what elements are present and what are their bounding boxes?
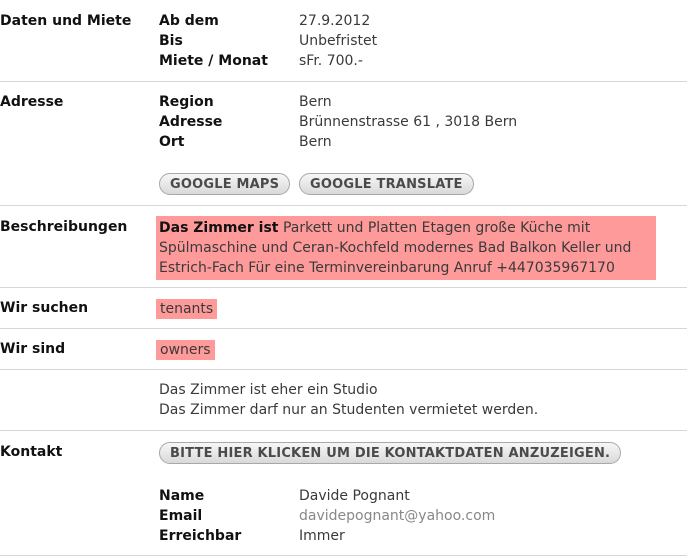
value-bis: Unbefristet [299,33,378,49]
value-region: Bern [299,94,332,110]
label-email: Email [159,508,203,524]
section-title: Wir sind [0,341,66,357]
value-miete: sFr. 700.- [299,53,363,69]
section-wir-sind: Wir sind owners [0,329,687,370]
value-ort: Bern [299,134,332,150]
label-miete: Miete / Monat [159,53,268,69]
google-translate-button[interactable]: GOOGLE TRANSLATE [299,173,474,195]
section-title: Kontakt [0,444,63,460]
value-ab-dem: 27.9.2012 [299,13,371,29]
description-text: Das Zimmer ist Parkett und Platten Etage… [156,216,656,280]
value-name: Davide Pognant [299,488,410,504]
google-maps-button[interactable]: GOOGLE MAPS [159,173,291,195]
section-title: Beschreibungen [0,219,128,235]
section-title: Wir suchen [0,300,89,316]
note-studio: Das Zimmer ist eher ein Studio [159,382,378,398]
email-link[interactable]: davidepognant@yahoo.com [299,506,495,526]
listing-details: Daten und Miete Ab dem 27.9.2012 Bis Unb… [0,0,687,556]
section-kontakt: Kontakt BITTE HIER KLICKEN UM DIE KONTAK… [0,431,687,556]
section-title: Adresse [0,94,64,110]
label-adresse: Adresse [159,114,223,130]
wir-suchen-value: tenants [156,299,218,319]
note-studenten: Das Zimmer darf nur an Studenten vermiet… [159,402,539,418]
section-adresse: Adresse Region Bern Adresse Brünnenstras… [0,82,687,206]
label-ab-dem: Ab dem [159,13,219,29]
label-bis: Bis [159,33,183,49]
label-region: Region [159,94,214,110]
value-adresse: Brünnenstrasse 61 , 3018 Bern [299,114,518,130]
section-wir-suchen: Wir suchen tenants [0,288,687,329]
value-erreichbar: Immer [299,528,345,544]
section-daten-und-miete: Daten und Miete Ab dem 27.9.2012 Bis Unb… [0,0,687,82]
show-contact-button[interactable]: BITTE HIER KLICKEN UM DIE KONTAKTDATEN A… [159,442,622,464]
section-title: Daten und Miete [0,13,132,29]
label-erreichbar: Erreichbar [159,528,242,544]
label-name: Name [159,488,205,504]
label-ort: Ort [159,134,185,150]
section-notes: Das Zimmer ist eher ein Studio Das Zimme… [0,370,687,431]
wir-sind-value: owners [156,340,215,360]
description-lead: Das Zimmer ist [159,220,279,236]
